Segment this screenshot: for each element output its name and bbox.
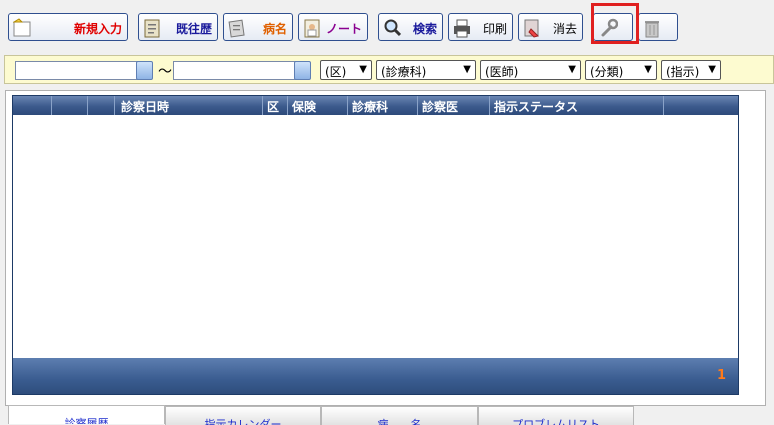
folder-icon [13, 18, 31, 37]
category-select[interactable]: (区) ▼ [320, 60, 372, 80]
tab-instruction-calendar[interactable]: 指示カレンダー [165, 406, 321, 425]
bottom-tabs: 診察履歴 指示カレンダー 病 名 プロブレムリスト [0, 404, 774, 425]
clipboard-icon [144, 19, 160, 38]
tab-exam-history[interactable]: 診察履歴 [8, 405, 165, 424]
date-to-input[interactable] [173, 61, 296, 80]
diagnosis-button[interactable]: 病名 [223, 13, 293, 41]
column-header[interactable] [52, 96, 88, 115]
chevron-down-icon: ▼ [359, 64, 367, 75]
clear-button[interactable]: 消去 [518, 13, 583, 41]
memo-icon [228, 19, 245, 38]
date-from-input[interactable] [15, 61, 138, 80]
toolbar: 新規入力 既往歴 病名 ノート 検索 印刷 消去 [0, 0, 774, 50]
tab-diagnosis[interactable]: 病 名 [321, 406, 478, 425]
note-button[interactable]: ノート [298, 13, 368, 41]
table-footer: 1 [13, 358, 738, 394]
search-button[interactable]: 検索 [378, 13, 443, 41]
chevron-down-icon: ▼ [463, 64, 471, 75]
chevron-down-icon: ▼ [568, 64, 576, 75]
department-select[interactable]: (診療科) ▼ [376, 60, 476, 80]
column-header-doctor[interactable]: 診察医 [418, 96, 490, 115]
chevron-down-icon: ▼ [644, 64, 652, 75]
filter-bar: ～ (区) ▼ (診療科) ▼ (医師) ▼ (分類) ▼ (指示) ▼ [4, 55, 774, 84]
trash-icon [645, 21, 659, 38]
exam-history-table: 診察日時 区 保険 診療科 診察医 指示ステータス 1 [12, 95, 739, 395]
date-range-separator: ～ [158, 64, 172, 80]
column-header-exam-datetime[interactable]: 診察日時 [115, 96, 263, 115]
instruction-select[interactable]: (指示) ▼ [661, 60, 721, 80]
doctor-note-icon [304, 19, 320, 38]
delete-button[interactable] [638, 13, 678, 41]
table-header: 診察日時 区 保険 診療科 診察医 指示ステータス [13, 96, 738, 115]
doctor-select[interactable]: (医師) ▼ [480, 60, 581, 80]
column-header[interactable] [88, 96, 115, 115]
new-entry-button[interactable]: 新規入力 [8, 13, 128, 41]
printer-icon [454, 19, 470, 38]
date-from-calendar-button[interactable] [136, 61, 153, 80]
search-icon [384, 19, 401, 37]
print-button[interactable]: 印刷 [448, 13, 513, 41]
erase-icon [524, 19, 539, 38]
column-header[interactable] [13, 96, 52, 115]
date-to-calendar-button[interactable] [294, 61, 311, 80]
classification-select[interactable]: (分類) ▼ [585, 60, 657, 80]
column-header-category[interactable]: 区 [263, 96, 288, 115]
page-number[interactable]: 1 [717, 368, 726, 383]
column-header-instruction-status[interactable]: 指示ステータス [490, 96, 664, 115]
selection-highlight [591, 3, 639, 44]
column-header-insurance[interactable]: 保険 [288, 96, 348, 115]
column-header-department[interactable]: 診療科 [348, 96, 418, 115]
history-button[interactable]: 既往歴 [138, 13, 218, 41]
chevron-down-icon: ▼ [708, 64, 716, 75]
column-header[interactable] [664, 96, 738, 115]
tab-problem-list[interactable]: プロブレムリスト [478, 406, 634, 425]
